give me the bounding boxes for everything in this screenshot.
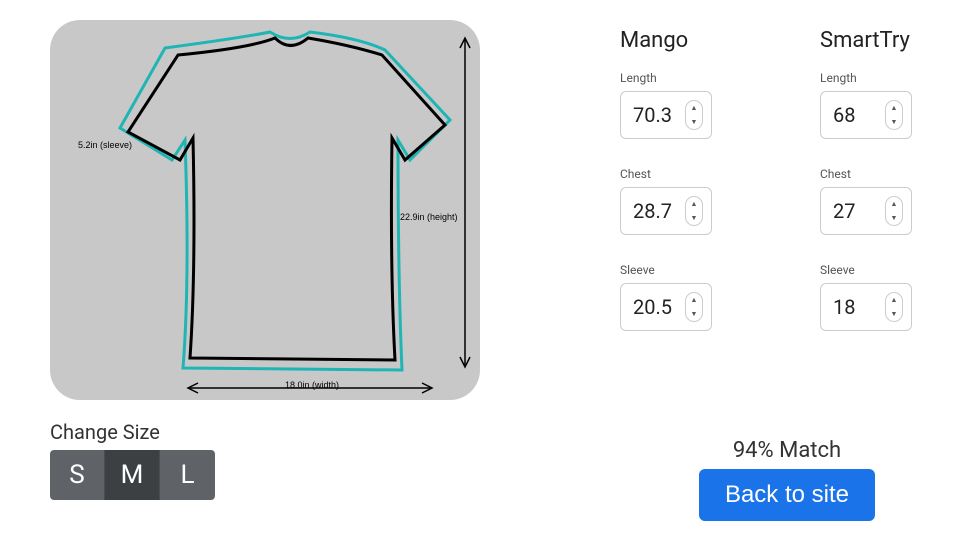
smarttry-brand-title: SmartTry (820, 28, 955, 53)
mango-sleeve-stepper[interactable]: 20.5 ▲▼ (620, 283, 712, 331)
smarttry-sleeve-value: 18 (833, 295, 855, 319)
smarttry-chest-value: 27 (833, 199, 855, 223)
smarttry-chest-stepper[interactable]: 27 ▲▼ (820, 187, 912, 235)
back-to-site-button[interactable]: Back to site (699, 469, 875, 521)
change-size-title: Change Size (50, 420, 480, 444)
mango-sleeve-label: Sleeve (620, 263, 770, 277)
smarttry-length-label: Length (820, 71, 955, 85)
smarttry-sleeve-label: Sleeve (820, 263, 955, 277)
smarttry-column: SmartTry Length 68 ▲▼ Chest 27 ▲▼ Sleeve… (820, 28, 955, 500)
mango-chest-stepper[interactable]: 28.7 ▲▼ (620, 187, 712, 235)
size-button-group: S M L (50, 450, 480, 500)
match-percentage: 94% Match (699, 438, 875, 463)
smarttry-length-stepper[interactable]: 68 ▲▼ (820, 91, 912, 139)
smarttry-sleeve-stepper[interactable]: 18 ▲▼ (820, 283, 912, 331)
height-dim-label: 22.9in (height) (400, 212, 458, 222)
sleeve-dim-label: 5.2in (sleeve) (78, 140, 132, 150)
chevron-down-icon[interactable]: ▼ (686, 307, 702, 321)
width-dim-label: 18.0in (width) (285, 380, 339, 390)
chevron-up-icon[interactable]: ▲ (886, 101, 902, 115)
mango-chest-label: Chest (620, 167, 770, 181)
mango-sleeve-value: 20.5 (633, 295, 672, 319)
chevron-up-icon[interactable]: ▲ (886, 293, 902, 307)
chevron-up-icon[interactable]: ▲ (686, 293, 702, 307)
mango-length-label: Length (620, 71, 770, 85)
mango-length-value: 70.3 (633, 103, 672, 127)
chevron-down-icon[interactable]: ▼ (686, 115, 702, 129)
chevron-up-icon[interactable]: ▲ (686, 101, 702, 115)
chevron-up-icon[interactable]: ▲ (686, 197, 702, 211)
mango-length-stepper[interactable]: 70.3 ▲▼ (620, 91, 712, 139)
chevron-down-icon[interactable]: ▼ (886, 115, 902, 129)
mango-chest-value: 28.7 (633, 199, 672, 223)
mango-column: Mango Length 70.3 ▲▼ Chest 28.7 ▲▼ Sleev… (620, 28, 770, 500)
chevron-down-icon[interactable]: ▼ (886, 211, 902, 225)
chevron-down-icon[interactable]: ▼ (886, 307, 902, 321)
chevron-down-icon[interactable]: ▼ (686, 211, 702, 225)
smarttry-chest-label: Chest (820, 167, 955, 181)
smarttry-length-value: 68 (833, 103, 855, 127)
shirt-diagram: 5.2in (sleeve) 22.9in (height) 18.0in (w… (50, 20, 480, 400)
size-button-m[interactable]: M (105, 450, 160, 500)
chevron-up-icon[interactable]: ▲ (886, 197, 902, 211)
size-button-s[interactable]: S (50, 450, 105, 500)
mango-brand-title: Mango (620, 28, 770, 53)
size-button-l[interactable]: L (160, 450, 215, 500)
